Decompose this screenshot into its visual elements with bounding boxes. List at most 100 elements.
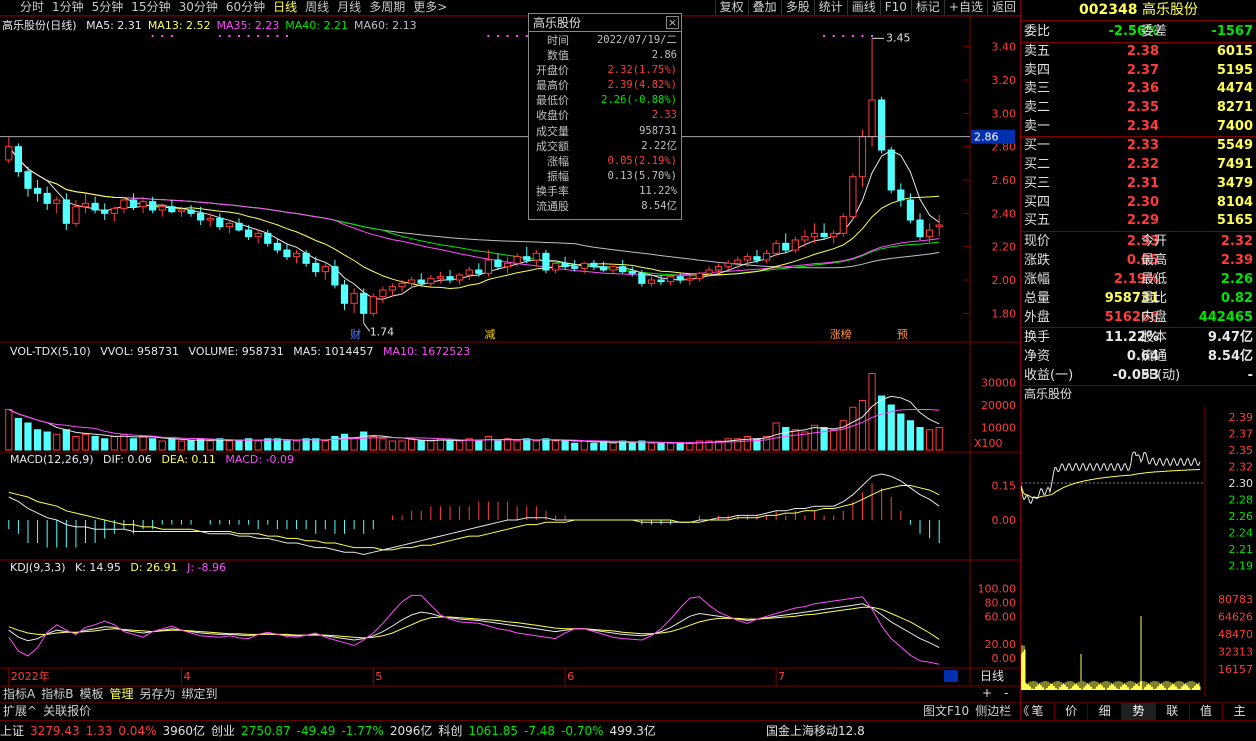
candle-body[interactable] (897, 189, 905, 201)
order-row[interactable]: 买三 2.31 3479 (1021, 175, 1256, 194)
candle-body[interactable] (542, 252, 550, 271)
candle-body[interactable] (292, 252, 301, 258)
candle-body[interactable] (484, 259, 493, 274)
candle-body[interactable] (878, 99, 886, 151)
candle-body[interactable] (110, 207, 118, 214)
extension-tab[interactable]: 关联报价 (40, 703, 94, 719)
candle-body[interactable] (283, 249, 291, 258)
order-row[interactable]: 买五 2.29 5165 (1021, 212, 1256, 231)
candle-body[interactable] (686, 277, 694, 281)
close-icon[interactable]: × (666, 16, 679, 29)
candle-body[interactable] (417, 279, 425, 284)
candle-body[interactable] (264, 232, 272, 244)
candle-body[interactable] (782, 242, 790, 251)
candle-body[interactable] (53, 199, 61, 204)
candle-body[interactable] (503, 262, 512, 268)
candle-body[interactable] (475, 269, 483, 274)
candle-body[interactable] (887, 149, 895, 191)
candle-body[interactable] (561, 262, 569, 268)
candle-body[interactable] (408, 279, 416, 284)
candle-body[interactable] (225, 222, 234, 228)
candle-body[interactable] (331, 266, 339, 286)
candle-body[interactable] (551, 262, 560, 271)
order-row[interactable]: 买二 2.32 7491 (1021, 156, 1256, 175)
candle-body[interactable] (849, 176, 857, 218)
candle-body[interactable] (139, 201, 147, 208)
candle-body[interactable] (101, 209, 109, 214)
candle-body[interactable] (168, 206, 176, 213)
event-marker[interactable]: 涨榜 (830, 327, 852, 341)
candle-body[interactable] (5, 146, 13, 161)
candle-body[interactable] (743, 256, 751, 261)
candle-body[interactable] (206, 217, 214, 221)
candle-body[interactable] (830, 232, 838, 238)
candle-body[interactable] (436, 276, 445, 279)
candle-body[interactable] (197, 212, 205, 221)
intraday-mini-chart[interactable]: 2.39 2.37 2.35 2.32 2.30 2.28 2.26 2.24 2.21 2.19… (1021, 407, 1256, 697)
candle-body[interactable] (609, 266, 617, 271)
scroll-handle[interactable] (944, 670, 958, 682)
candle-body[interactable] (158, 206, 166, 211)
candle-body[interactable] (302, 252, 310, 264)
candle-body[interactable] (839, 216, 847, 234)
candle-body[interactable] (619, 266, 627, 273)
candle-body[interactable] (523, 256, 531, 261)
candle-body[interactable] (762, 252, 771, 261)
candle-body[interactable] (427, 277, 435, 284)
candle-body[interactable] (714, 266, 723, 271)
side-button[interactable]: 图文F10 (920, 703, 972, 719)
order-row[interactable]: 买一 2.33 5549 (1021, 137, 1256, 156)
candle-body[interactable] (72, 206, 80, 224)
candle-body[interactable] (810, 232, 819, 238)
candle-body[interactable] (91, 202, 99, 211)
candle-body[interactable] (494, 259, 502, 268)
candle-body[interactable] (43, 192, 51, 204)
candle-body[interactable] (906, 199, 915, 221)
candle-body[interactable] (657, 279, 665, 283)
candle-body[interactable] (734, 259, 742, 264)
side-button[interactable]: 侧边栏 (972, 703, 1014, 719)
candle-body[interactable] (216, 217, 224, 228)
candle-body[interactable] (388, 286, 397, 291)
candle-body[interactable] (925, 229, 934, 238)
candle-body[interactable] (312, 262, 320, 273)
candle-body[interactable] (580, 262, 588, 269)
candle-body[interactable] (868, 99, 876, 138)
indicator-tab[interactable]: 模板 (76, 686, 106, 702)
candle-body[interactable] (753, 256, 761, 261)
candle-body[interactable] (667, 276, 675, 283)
order-row[interactable]: 卖二 2.35 8271 (1021, 99, 1256, 118)
order-row[interactable]: 买四 2.30 8104 (1021, 194, 1256, 213)
candle-body[interactable] (187, 209, 195, 214)
indicator-tab[interactable]: 管理 (106, 686, 136, 702)
candle-body[interactable] (129, 199, 138, 208)
candle-body[interactable] (81, 202, 90, 208)
candle-body[interactable] (62, 199, 70, 224)
candle-body[interactable] (695, 272, 704, 279)
event-marker[interactable]: 减 (484, 328, 495, 341)
candle-body[interactable] (14, 146, 23, 173)
candle-body[interactable] (532, 252, 540, 261)
candle-body[interactable] (120, 199, 128, 209)
candle-body[interactable] (705, 269, 713, 274)
candle-body[interactable] (340, 284, 349, 304)
indicator-tab[interactable]: 绑定到 (179, 686, 221, 702)
candle-body[interactable] (676, 276, 684, 281)
candle-body[interactable] (465, 269, 473, 276)
indicator-tab[interactable]: 另存为 (136, 686, 178, 702)
candle-body[interactable] (791, 239, 799, 251)
order-row[interactable]: 卖五 2.38 6015 (1021, 43, 1256, 62)
extension-tab[interactable]: 扩展^ (0, 703, 40, 719)
candle-body[interactable] (254, 232, 262, 238)
candle-body[interactable] (33, 187, 42, 194)
candle-body[interactable] (916, 219, 924, 238)
candle-body[interactable] (820, 232, 828, 238)
candle-body[interactable] (590, 262, 598, 268)
indicator-tab[interactable]: 指标B (38, 686, 76, 702)
candle-body[interactable] (321, 266, 329, 273)
candle-body[interactable] (379, 289, 387, 298)
candle-body[interactable] (858, 136, 867, 178)
candle-body[interactable] (273, 242, 281, 251)
candle-body[interactable] (772, 242, 780, 254)
candle-body[interactable] (638, 272, 646, 284)
